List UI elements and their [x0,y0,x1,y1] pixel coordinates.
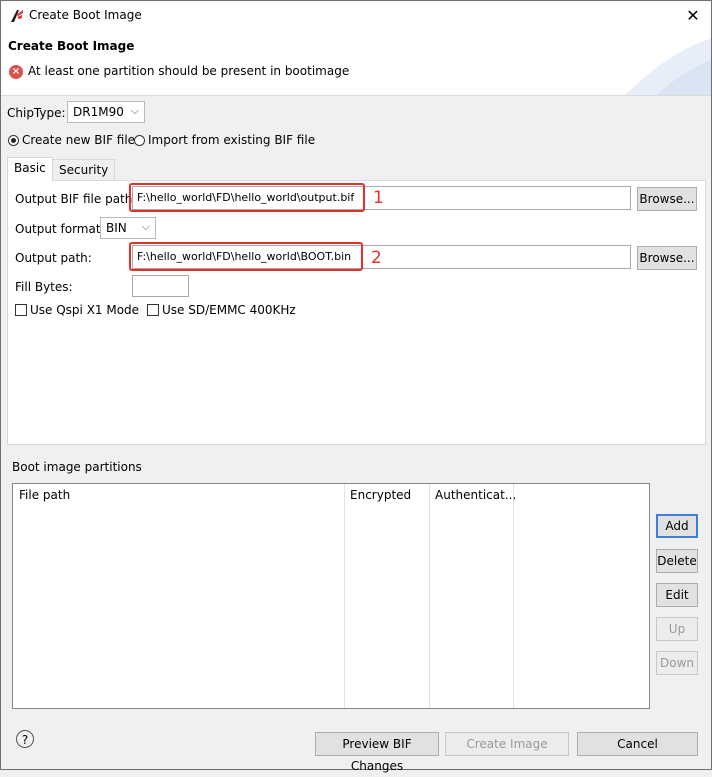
create-image-button[interactable]: Create Image [445,732,569,756]
partitions-section-title: Boot image partitions [12,460,142,474]
delete-partition-button[interactable]: Delete [656,549,698,573]
annotation-marker-2: 2 [371,248,382,268]
header-title: Create Boot Image [8,39,135,53]
error-x-icon: × [9,65,23,79]
annotation-marker-1: 1 [373,188,384,208]
move-up-button[interactable]: Up [656,617,698,641]
add-partition-button[interactable]: Add [656,514,698,538]
column-header-file-path[interactable]: File path [13,484,344,506]
move-down-button[interactable]: Down [656,651,698,675]
fill-bytes-input[interactable] [132,275,189,297]
sd-emmc-label[interactable]: Use SD/EMMC 400KHz [162,303,296,317]
tab-security[interactable]: Security [52,159,116,181]
output-bif-label: Output BIF file path: [15,192,137,206]
qspi-x1-label[interactable]: Use Qspi X1 Mode [30,303,139,317]
cancel-button[interactable]: Cancel [577,732,698,756]
radio-import-label[interactable]: Import from existing BIF file [148,133,315,147]
create-boot-image-dialog: Create Boot Image ✕ Create Boot Image × … [0,0,712,773]
highlight-box-1 [129,183,365,212]
header-banner-graphic [625,38,711,95]
radio-create-new-bif[interactable] [8,135,19,146]
chevron-down-icon: ⌵ [141,220,150,233]
highlight-box-2 [129,242,363,271]
close-icon[interactable]: ✕ [683,6,703,25]
browse-output-button[interactable]: Browse... [637,246,697,270]
browse-bif-button[interactable]: Browse... [637,187,697,211]
fill-bytes-label: Fill Bytes: [15,280,73,294]
app-logo-icon [11,10,23,22]
qspi-x1-checkbox[interactable] [15,304,27,316]
preview-bif-changes-button[interactable]: Preview BIF Changes [315,732,439,773]
chip-type-value: DR1M90 [73,105,124,119]
edit-partition-button[interactable]: Edit [656,583,698,607]
sd-emmc-checkbox[interactable] [147,304,159,316]
output-format-value: BIN [106,221,127,235]
radio-import-bif[interactable] [134,135,145,146]
help-icon[interactable]: ? [16,730,34,748]
radio-create-new-label[interactable]: Create new BIF file [22,133,135,147]
chip-type-label: ChipType: [7,106,66,120]
dialog-header: Create Boot Image × At least one partiti… [1,31,711,96]
column-header-encrypted[interactable]: Encrypted [344,484,429,506]
window-title: Create Boot Image [29,8,142,22]
error-message: At least one partition should be present… [28,64,350,78]
output-path-label: Output path: [15,251,92,265]
chevron-down-icon: ⌵ [130,104,139,117]
output-format-select[interactable]: BIN ⌵ [100,217,156,239]
column-header-authenticated[interactable]: Authenticat... [429,484,516,506]
tab-basic[interactable]: Basic [7,157,53,181]
output-format-label: Output format: [15,222,105,236]
chip-type-select[interactable]: DR1M90 ⌵ [67,101,145,123]
partitions-table[interactable]: File path Encrypted Authenticat... [12,483,650,709]
title-bar: Create Boot Image ✕ [1,1,711,31]
